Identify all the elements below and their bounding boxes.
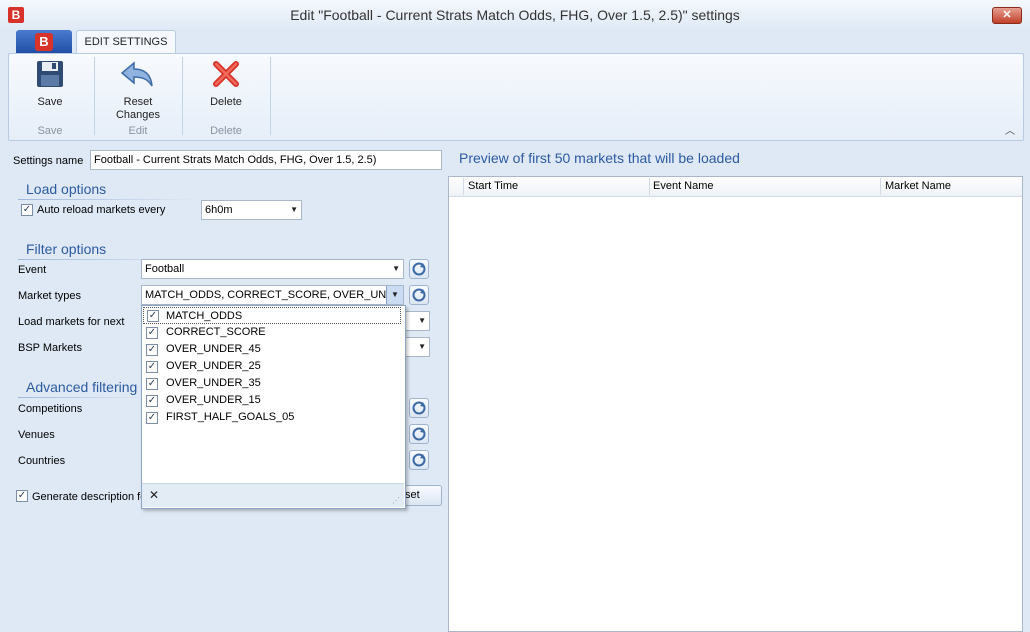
list-item[interactable]: ✓ OVER_UNDER_15	[146, 392, 401, 409]
countries-label: Countries	[18, 455, 66, 467]
auto-reload-interval-value: 6h0m	[205, 204, 233, 216]
auto-reload-checkbox[interactable]: ✓	[21, 204, 33, 216]
delete-icon	[213, 61, 239, 87]
column-divider[interactable]	[880, 178, 881, 195]
market-types-value: MATCH_ODDS, CORRECT_SCORE, OVER_UND...	[145, 289, 404, 301]
column-header-event-name[interactable]: Event Name	[653, 180, 714, 192]
market-type-label: OVER_UNDER_25	[166, 360, 261, 372]
filter-options-heading: Filter options	[26, 241, 107, 257]
chevron-down-icon: ▼	[386, 286, 403, 304]
event-select[interactable]: Football ▼	[141, 259, 404, 279]
settings-name-label: Settings name	[13, 155, 84, 167]
market-type-label: CORRECT_SCORE	[166, 326, 266, 338]
chevron-down-icon: ▼	[418, 342, 426, 351]
close-button[interactable]: ✕	[992, 7, 1022, 24]
reset-changes-button[interactable]: Reset Changes	[102, 58, 174, 122]
group-label-save: Save	[37, 125, 63, 137]
generate-description-label: Generate description fo	[32, 491, 147, 503]
event-label: Event	[18, 264, 47, 276]
reset-changes-label-line1: Reset	[123, 96, 153, 108]
ribbon-group-divider	[182, 57, 183, 135]
event-value: Football	[145, 263, 185, 275]
chevron-down-icon: ▼	[392, 264, 400, 273]
list-item[interactable]: ✓ MATCH_ODDS	[143, 307, 401, 324]
save-button[interactable]: Save	[22, 58, 78, 116]
preview-title: Preview of first 50 markets that will be…	[459, 150, 740, 166]
clear-selection-icon[interactable]: ✕	[149, 488, 159, 502]
countries-refresh-button[interactable]	[409, 450, 429, 470]
ribbon-group-divider	[94, 57, 95, 135]
market-type-label: MATCH_ODDS	[166, 310, 243, 322]
ribbon-group-divider	[270, 57, 271, 135]
market-type-label: OVER_UNDER_15	[166, 394, 261, 406]
undo-icon	[120, 61, 153, 87]
market-type-label: FIRST_HALF_GOALS_05	[166, 411, 295, 423]
advanced-filtering-heading: Advanced filtering	[26, 379, 138, 395]
venues-refresh-button[interactable]	[409, 424, 429, 444]
competitions-refresh-button[interactable]	[409, 398, 429, 418]
window-title: Edit "Football - Current Strats Match Od…	[290, 7, 740, 23]
refresh-icon	[412, 401, 426, 415]
column-divider[interactable]	[649, 178, 650, 195]
collapse-ribbon-icon[interactable]: ︿	[1004, 122, 1016, 137]
column-header-start-time[interactable]: Start Time	[468, 180, 518, 192]
bsp-markets-label: BSP Markets	[18, 342, 82, 354]
section-divider	[18, 199, 198, 200]
market-type-label: OVER_UNDER_35	[166, 377, 261, 389]
list-item[interactable]: ✓ OVER_UNDER_45	[146, 341, 401, 358]
load-markets-label: Load markets for next	[18, 316, 125, 328]
delete-button-label: Delete	[210, 96, 242, 108]
group-label-edit: Edit	[128, 125, 148, 137]
app-logo-icon: B	[35, 33, 53, 51]
preview-grid[interactable]	[448, 176, 1023, 632]
column-divider[interactable]	[463, 178, 464, 195]
save-icon	[37, 61, 63, 87]
list-item[interactable]: ✓ CORRECT_SCORE	[146, 324, 401, 341]
tab-edit-settings[interactable]: EDIT SETTINGS	[76, 30, 176, 54]
dropdown-footer: ✕ ⋰	[142, 483, 404, 507]
settings-name-input[interactable]: Football - Current Strats Match Odds, FH…	[90, 150, 442, 170]
market-type-checkbox[interactable]: ✓	[146, 361, 158, 373]
market-types-select[interactable]: MATCH_ODDS, CORRECT_SCORE, OVER_UND... ▼	[141, 285, 404, 305]
list-item[interactable]: ✓ OVER_UNDER_35	[146, 375, 401, 392]
auto-reload-label: Auto reload markets every	[37, 204, 166, 216]
reset-changes-label-line2: Changes	[115, 109, 161, 121]
market-type-checkbox[interactable]: ✓	[147, 310, 159, 322]
market-type-checkbox[interactable]: ✓	[146, 327, 158, 339]
chevron-down-icon: ▼	[418, 316, 426, 325]
list-item[interactable]: ✓ FIRST_HALF_GOALS_05	[146, 409, 401, 426]
refresh-icon	[412, 427, 426, 441]
column-header-market-name[interactable]: Market Name	[885, 180, 951, 192]
auto-reload-interval-select[interactable]: 6h0m ▼	[201, 200, 302, 220]
generate-description-checkbox[interactable]: ✓	[16, 490, 28, 502]
save-button-label: Save	[37, 96, 63, 108]
market-types-label: Market types	[18, 290, 81, 302]
delete-button[interactable]: Delete	[194, 58, 258, 116]
refresh-icon	[412, 288, 426, 302]
market-type-checkbox[interactable]: ✓	[146, 344, 158, 356]
market-type-label: OVER_UNDER_45	[166, 343, 261, 355]
market-types-refresh-button[interactable]	[409, 285, 429, 305]
refresh-icon	[412, 453, 426, 467]
refresh-icon	[412, 262, 426, 276]
section-divider	[18, 397, 148, 398]
competitions-label: Competitions	[18, 403, 83, 415]
list-item[interactable]: ✓ OVER_UNDER_25	[146, 358, 401, 375]
market-type-checkbox[interactable]: ✓	[146, 412, 158, 424]
load-options-heading: Load options	[26, 181, 107, 197]
group-label-delete: Delete	[210, 125, 242, 137]
market-types-dropdown: ✓ MATCH_ODDS ✓ CORRECT_SCORE ✓ OVER_UNDE…	[141, 305, 406, 509]
reset-description-button-label: set	[405, 489, 420, 501]
chevron-down-icon: ▼	[290, 205, 298, 214]
venues-label: Venues	[18, 429, 55, 441]
resize-grip-icon[interactable]: ⋰	[392, 496, 400, 505]
market-type-checkbox[interactable]: ✓	[146, 378, 158, 390]
event-refresh-button[interactable]	[409, 259, 429, 279]
market-type-checkbox[interactable]: ✓	[146, 395, 158, 407]
